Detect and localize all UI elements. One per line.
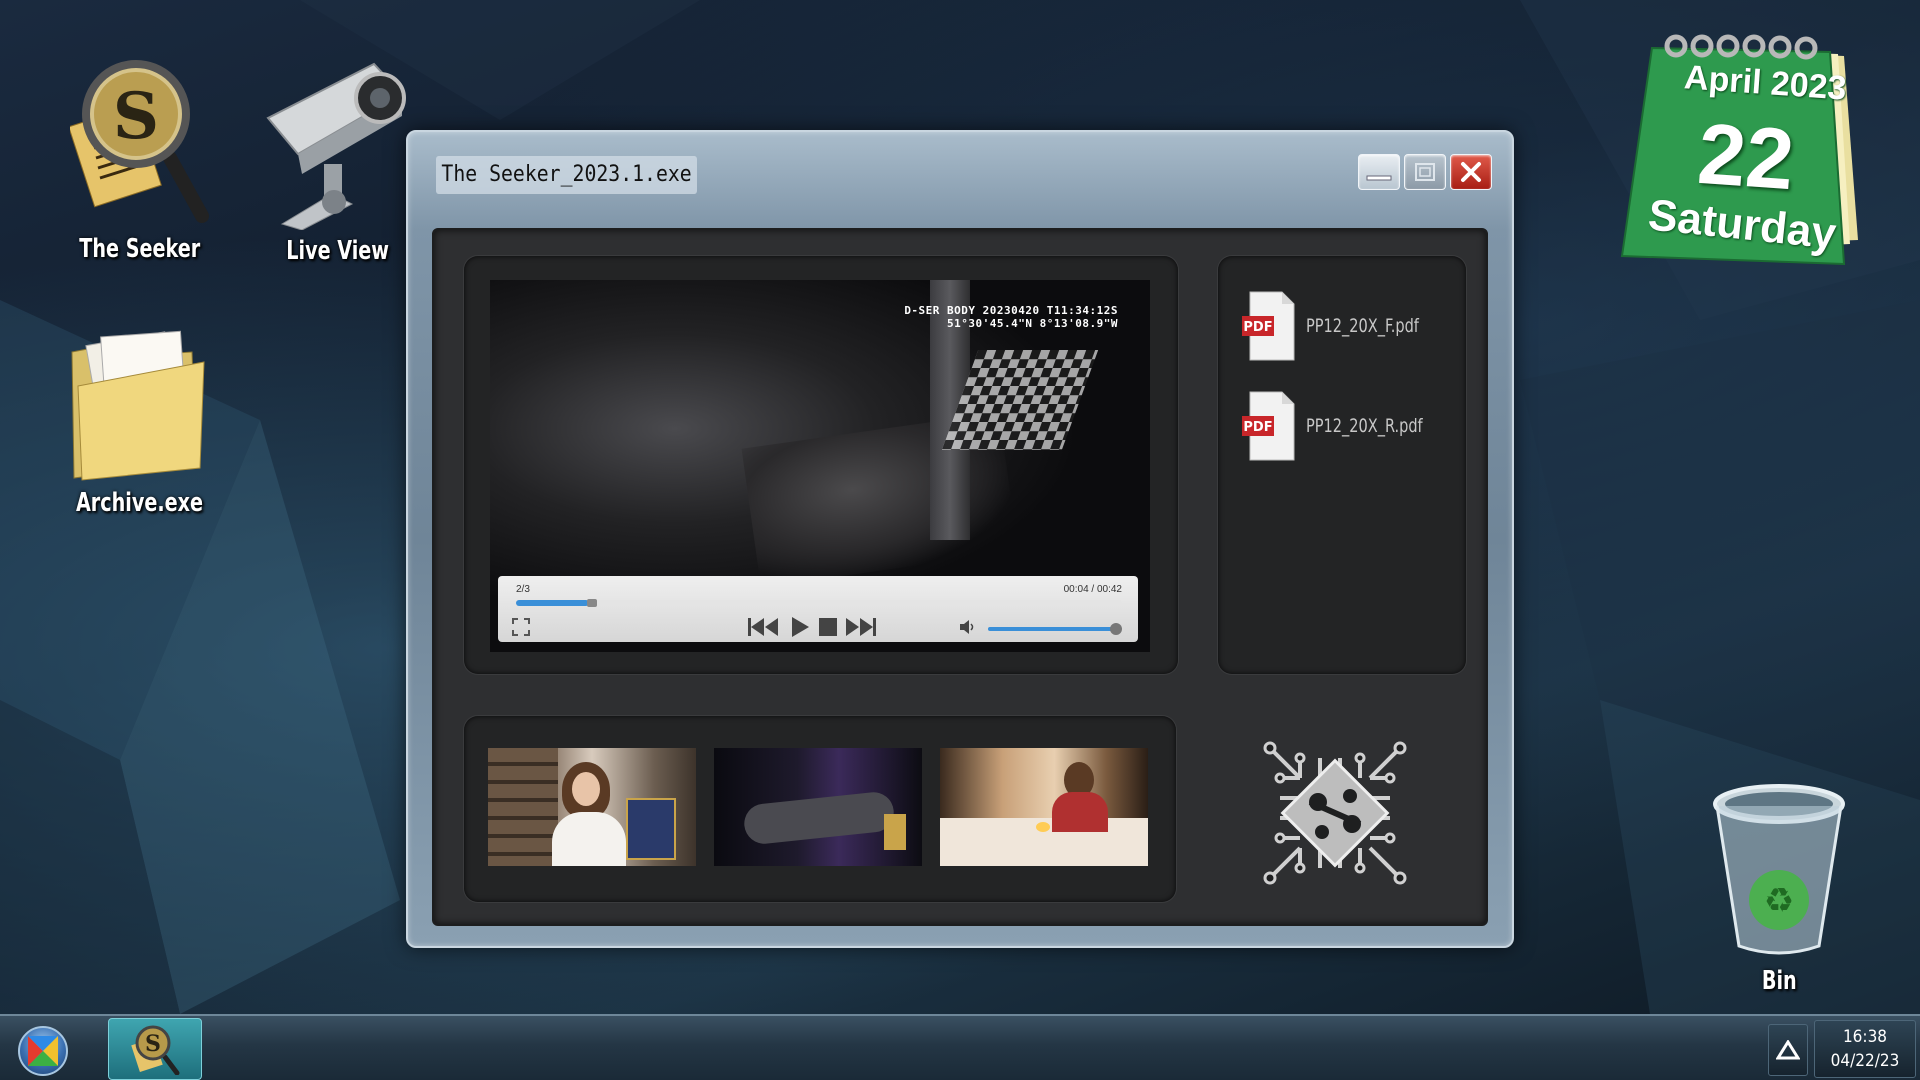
calendar-year: 2023 [1769, 64, 1848, 108]
video-panel: D-SER BODY 20230420 T11:34:12S 51°30'45.… [464, 256, 1178, 674]
desktop-icon-bin[interactable]: ♻ Bin [1706, 780, 1852, 996]
video-overlay-line2: 51°30'45.4"N 8°13'08.9"W [947, 317, 1118, 330]
seeker-window[interactable]: The Seeker_2023.1.exe D-SER BODY 2023042… [406, 130, 1514, 948]
calendar-month: April [1682, 58, 1763, 102]
files-panel: PDF PP12_20X_F.pdf PDF PP12_20X_R.pdf [1218, 256, 1466, 674]
maximize-button[interactable] [1404, 154, 1446, 190]
minimize-icon [1366, 175, 1392, 181]
svg-text:S: S [113, 79, 159, 154]
clock-date: 04/22/23 [1830, 1051, 1900, 1071]
video-controls: 2/3 00:04 / 00:42 [498, 576, 1138, 642]
progress-fill [516, 600, 589, 606]
book-shape [626, 798, 676, 860]
seeker-taskbar-icon: S [131, 1025, 180, 1075]
progress-handle[interactable] [586, 599, 597, 607]
video-overlay-line1: D-SER BODY 20230420 T11:34:12S [904, 304, 1118, 317]
taskbar: S 16:38 04/22/23 [0, 1014, 1920, 1080]
window-body: D-SER BODY 20230420 T11:34:12S 51°30'45.… [432, 228, 1488, 926]
desktop-icon-the-seeker[interactable]: S The Seeker [66, 58, 214, 264]
fullscreen-button[interactable] [510, 616, 532, 638]
thumbnail-1[interactable] [488, 748, 696, 866]
speaker-icon [960, 620, 974, 634]
svg-text:PDF: PDF [1243, 320, 1272, 335]
desktop-icon-label: The Seeker [79, 234, 201, 264]
circuit-chip-icon [1263, 741, 1407, 885]
folder-icon [71, 330, 205, 481]
emblem-shape [884, 814, 906, 850]
pdf-icon: PDF [1242, 391, 1295, 461]
minimize-button[interactable] [1358, 154, 1400, 190]
skip-back-icon [748, 618, 778, 636]
volume-slider[interactable] [988, 623, 1122, 635]
clip-counter: 2/3 [516, 584, 530, 595]
close-button[interactable] [1450, 154, 1492, 190]
stop-button[interactable] [816, 616, 840, 638]
close-icon [1461, 162, 1481, 182]
maximize-icon [1415, 163, 1435, 181]
file-name: PP12_20X_R.pdf [1306, 415, 1423, 437]
start-button[interactable] [18, 1026, 68, 1076]
volume-handle[interactable] [1110, 623, 1122, 635]
skip-forward-icon [846, 618, 876, 636]
clock-time: 16:38 [1842, 1027, 1888, 1047]
desktop-icon-live-view[interactable]: Live View [262, 54, 414, 266]
thumbnail-2[interactable] [714, 748, 922, 866]
video-player[interactable]: D-SER BODY 20230420 T11:34:12S 51°30'45.… [490, 280, 1150, 652]
previous-button[interactable] [746, 616, 780, 638]
progress-bar[interactable] [516, 599, 1122, 607]
start-logo-icon [28, 1036, 58, 1066]
taskbar-clock[interactable]: 16:38 04/22/23 [1814, 1020, 1916, 1078]
svg-text:♻: ♻ [1764, 881, 1794, 921]
window-title: The Seeker_2023.1.exe [436, 156, 698, 194]
play-icon [792, 617, 809, 637]
person-body-shape [552, 812, 626, 866]
desktop-icon-label: Bin [1761, 966, 1797, 996]
file-name: PP12_20X_F.pdf [1306, 315, 1419, 337]
video-overlay-text: D-SER BODY 20230420 T11:34:12S 51°30'45.… [904, 304, 1118, 330]
triangle-up-icon [1776, 1040, 1800, 1060]
desktop-icon-label: Live View [286, 236, 390, 266]
volume-button[interactable] [958, 616, 978, 638]
security-camera-icon [266, 62, 406, 230]
desktop-icon-archive[interactable]: Archive.exe [64, 322, 214, 518]
recycle-bin-icon: ♻ [1713, 784, 1845, 955]
candle-shape [1036, 822, 1050, 832]
video-time: 00:04 / 00:42 [1063, 584, 1122, 595]
seeker-magnifier-icon: S [70, 60, 209, 223]
thumbnails-panel [464, 716, 1176, 902]
next-button[interactable] [844, 616, 878, 638]
calendar-widget: April 2023 22 Saturday [1618, 34, 1888, 284]
svg-text:PDF: PDF [1243, 420, 1272, 435]
person-face-shape [572, 772, 600, 806]
calendar-day: 22 [1694, 105, 1797, 209]
show-hidden-icons-button[interactable] [1768, 1024, 1808, 1076]
file-item[interactable]: PDF PP12_20X_R.pdf [1242, 390, 1443, 462]
bookshelf-shape [488, 748, 558, 866]
desktop-icon-label: Archive.exe [75, 488, 203, 518]
figure-shape [742, 790, 896, 846]
person-body-shape [1052, 792, 1108, 832]
pdf-icon: PDF [1242, 291, 1295, 361]
svg-text:S: S [145, 1031, 161, 1057]
file-item[interactable]: PDF PP12_20X_F.pdf [1242, 290, 1439, 362]
fullscreen-icon [512, 618, 530, 636]
play-button[interactable] [788, 616, 812, 638]
taskbar-app-the-seeker[interactable]: S [108, 1018, 202, 1080]
stop-icon [819, 618, 837, 636]
thumbnail-3[interactable] [940, 748, 1148, 866]
